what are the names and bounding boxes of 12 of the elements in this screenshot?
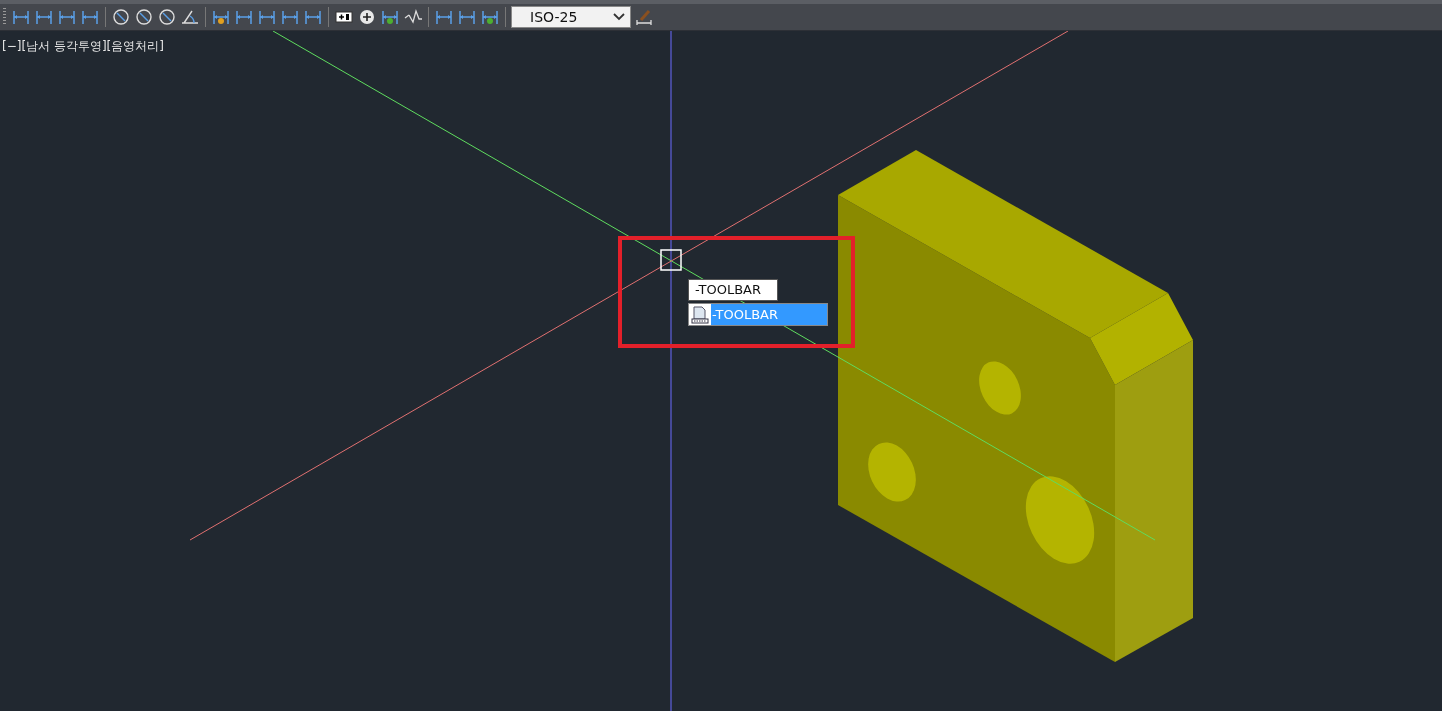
dimension-style-dropdown[interactable]: ISO-25 (511, 6, 631, 28)
chevron-down-icon (613, 13, 625, 21)
toolbar-grip[interactable] (3, 8, 6, 26)
hole (868, 442, 916, 502)
tolerance-icon[interactable] (334, 8, 354, 26)
toolbar-icon (690, 304, 710, 325)
cursor-pickbox (660, 249, 682, 271)
brush-icon[interactable] (634, 8, 654, 26)
hole (979, 361, 1021, 415)
circle-plus-icon[interactable] (357, 8, 377, 26)
viewport-label[interactable]: [−][남서 등각투영][음영처리] (2, 38, 164, 55)
command-input[interactable]: -TOOLBAR (688, 279, 778, 301)
